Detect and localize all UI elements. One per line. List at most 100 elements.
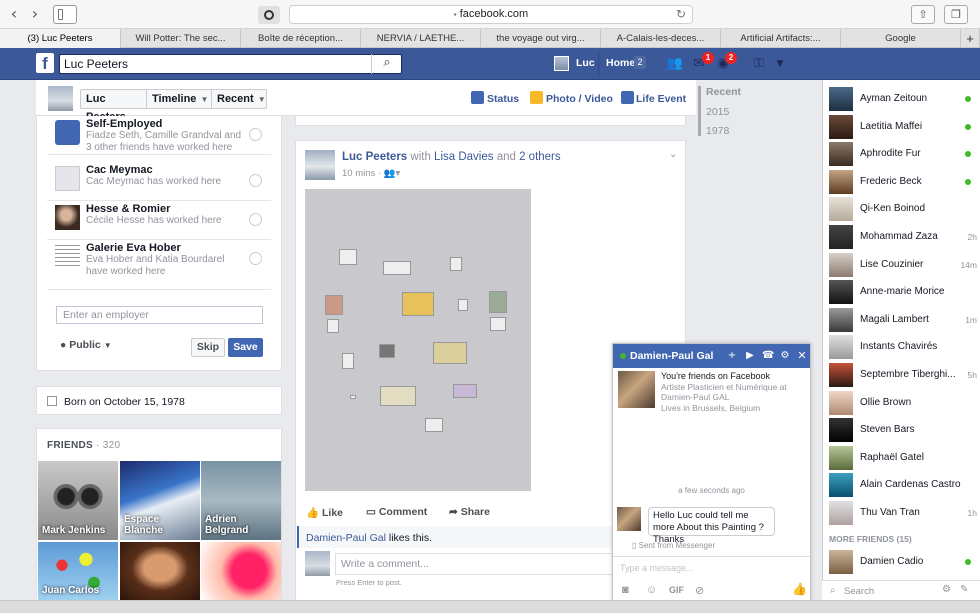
- profile-thumbnail[interactable]: [48, 86, 73, 111]
- contact-item[interactable]: Ayman Zeitoun: [829, 86, 979, 112]
- work-item[interactable]: Hesse & Romier Cécile Hesse has worked h…: [47, 201, 271, 240]
- friend-tile[interactable]: [201, 542, 281, 600]
- work-item[interactable]: Cac Meymac Cac Meymac has worked here: [47, 162, 271, 201]
- recent-dropdown[interactable]: Recent ▼: [212, 90, 266, 108]
- work-item[interactable]: Galerie Eva Hober Eva Hober and Katia Bo…: [47, 240, 271, 290]
- sidebar-toggle-icon[interactable]: [53, 5, 77, 24]
- life-event-tab[interactable]: Life Event: [636, 93, 686, 105]
- attach-icon[interactable]: ⊘: [695, 584, 704, 597]
- post-timestamp[interactable]: 10 mins · 👥▾: [342, 168, 400, 179]
- year-2015[interactable]: 2015: [706, 106, 729, 118]
- skip-button[interactable]: Skip: [191, 338, 225, 357]
- chat-message-input[interactable]: Type a message...: [613, 556, 810, 580]
- video-call-icon[interactable]: ▶: [744, 349, 756, 362]
- contact-item[interactable]: Thu Van Tran 1h: [829, 500, 979, 526]
- tab-artificial-artifacts[interactable]: Artificial Artifacts:...: [721, 29, 841, 48]
- avatar[interactable]: [554, 56, 569, 71]
- like-button[interactable]: 👍 Like: [306, 506, 343, 519]
- tab-luc-peeters[interactable]: (3) Luc Peeters: [0, 29, 121, 48]
- work-radio[interactable]: [249, 213, 262, 226]
- close-icon[interactable]: ✕: [796, 349, 808, 362]
- search-input[interactable]: Luc Peeters: [59, 54, 402, 74]
- tagged-friend-link[interactable]: Lisa Davies: [434, 151, 493, 163]
- friend-tile[interactable]: Juan Carlos: [38, 542, 118, 600]
- facebook-logo-icon[interactable]: f: [36, 53, 54, 73]
- year-1978[interactable]: 1978: [706, 125, 729, 137]
- sidebar-search[interactable]: ⌕ Search ⚙ ✎: [822, 580, 980, 600]
- post-photo[interactable]: [305, 189, 531, 491]
- friend-tile[interactable]: Espace Blanche: [120, 461, 200, 540]
- tab-nervia[interactable]: NERVIA / LAETHE...: [361, 29, 481, 48]
- back-icon[interactable]: ‹: [4, 5, 24, 24]
- add-friends-icon[interactable]: +: [726, 349, 738, 362]
- save-button[interactable]: Save: [228, 338, 263, 357]
- friend-requests-icon[interactable]: 👥: [666, 56, 684, 72]
- comment-input[interactable]: Write a comment...: [335, 553, 625, 575]
- contact-item[interactable]: Lise Couzinier 14m: [829, 252, 979, 278]
- comment-button[interactable]: ▭ Comment: [366, 506, 427, 518]
- tab-boite-reception[interactable]: Boîte de réception...: [241, 29, 361, 48]
- contact-item[interactable]: Mohammad Zaza 2h: [829, 224, 979, 250]
- chat-header[interactable]: Damien-Paul Gal + ▶ ☎ ⚙ ✕: [613, 344, 810, 368]
- search-icon[interactable]: ⌕: [371, 54, 402, 74]
- profile-name-button[interactable]: Luc Peeters: [81, 90, 147, 123]
- gif-icon[interactable]: GIF: [669, 585, 684, 595]
- compose-icon[interactable]: ✎: [960, 584, 968, 595]
- timeline-dropdown[interactable]: Timeline ▼: [147, 90, 212, 108]
- forward-icon[interactable]: ›: [25, 5, 45, 24]
- contact-item[interactable]: Instants Chavirés: [829, 334, 979, 360]
- post-options-chevron-icon[interactable]: ⌄: [669, 149, 677, 160]
- status-tab[interactable]: Status: [487, 93, 519, 105]
- friend-tile[interactable]: Mark Jenkins: [38, 461, 118, 540]
- others-link[interactable]: 2 others: [519, 151, 561, 163]
- contact-item[interactable]: Damien Cadio: [829, 549, 979, 575]
- tab-will-potter[interactable]: Will Potter: The sec...: [121, 29, 241, 48]
- new-tab-button[interactable]: +: [961, 29, 980, 48]
- liker-link[interactable]: Damien-Paul Gal: [306, 532, 386, 544]
- reload-icon[interactable]: ↻: [676, 6, 686, 23]
- privacy-report-icon[interactable]: [258, 6, 280, 24]
- tabs-overview-icon[interactable]: ❐: [944, 5, 968, 24]
- photo-video-tab[interactable]: Photo / Video: [546, 93, 613, 105]
- chat-contact-avatar[interactable]: [618, 371, 655, 408]
- contact-item[interactable]: Aphrodite Fur: [829, 141, 979, 167]
- gear-icon[interactable]: ⚙: [779, 349, 791, 362]
- contact-item[interactable]: Qi-Ken Boinod: [829, 196, 979, 222]
- work-radio[interactable]: [249, 128, 262, 141]
- contact-item[interactable]: Frederic Beck: [829, 169, 979, 195]
- tab-google[interactable]: Google: [841, 29, 961, 48]
- emoji-icon[interactable]: ☺: [646, 584, 657, 596]
- employer-input[interactable]: Enter an employer: [56, 306, 263, 324]
- home-link[interactable]: Home: [606, 57, 635, 69]
- account-menu-chevron-icon[interactable]: ▼: [771, 56, 789, 72]
- post-author-link[interactable]: Luc Peeters: [342, 151, 407, 163]
- work-radio[interactable]: [249, 252, 262, 265]
- audience-selector[interactable]: ● Public ▼: [60, 339, 112, 351]
- contact-item[interactable]: Alain Cardenas Castro: [829, 472, 979, 498]
- year-recent[interactable]: Recent: [706, 86, 741, 98]
- contact-item[interactable]: Septembre Tiberghi... 5h: [829, 362, 979, 388]
- privacy-shortcuts-icon[interactable]: ⚿: [750, 56, 768, 72]
- contact-item[interactable]: Steven Bars: [829, 417, 979, 443]
- work-item[interactable]: Self-Employed Fiadze Seth, Camille Grand…: [47, 116, 271, 155]
- camera-icon[interactable]: ◙: [622, 584, 629, 596]
- contact-item[interactable]: Laetitia Maffei: [829, 114, 979, 140]
- contact-item[interactable]: Magali Lambert 1m: [829, 307, 979, 333]
- contact-item[interactable]: Raphaël Gatel: [829, 445, 979, 471]
- friend-tile[interactable]: [120, 542, 200, 600]
- profile-link[interactable]: Luc: [576, 57, 595, 69]
- work-radio[interactable]: [249, 174, 262, 187]
- tab-voyage-out[interactable]: the voyage out virg...: [481, 29, 601, 48]
- post-author-avatar[interactable]: [305, 150, 335, 180]
- gear-icon[interactable]: ⚙: [942, 584, 951, 595]
- friends-heading[interactable]: FRIENDS · 320: [47, 440, 120, 451]
- friend-tile[interactable]: Adrien Belgrand: [201, 461, 281, 540]
- address-bar[interactable]: ▪ facebook.com ↻: [289, 5, 693, 24]
- tab-calais[interactable]: A-Calais-les-deces...: [601, 29, 721, 48]
- contact-item[interactable]: Ollie Brown: [829, 390, 979, 416]
- contact-item[interactable]: Anne-marie Morice: [829, 279, 979, 305]
- phone-icon[interactable]: ☎: [762, 349, 774, 362]
- thumbs-up-send-icon[interactable]: 👍: [792, 582, 807, 596]
- share-button[interactable]: ➦ Share: [449, 506, 490, 518]
- share-icon[interactable]: ⇧: [911, 5, 935, 24]
